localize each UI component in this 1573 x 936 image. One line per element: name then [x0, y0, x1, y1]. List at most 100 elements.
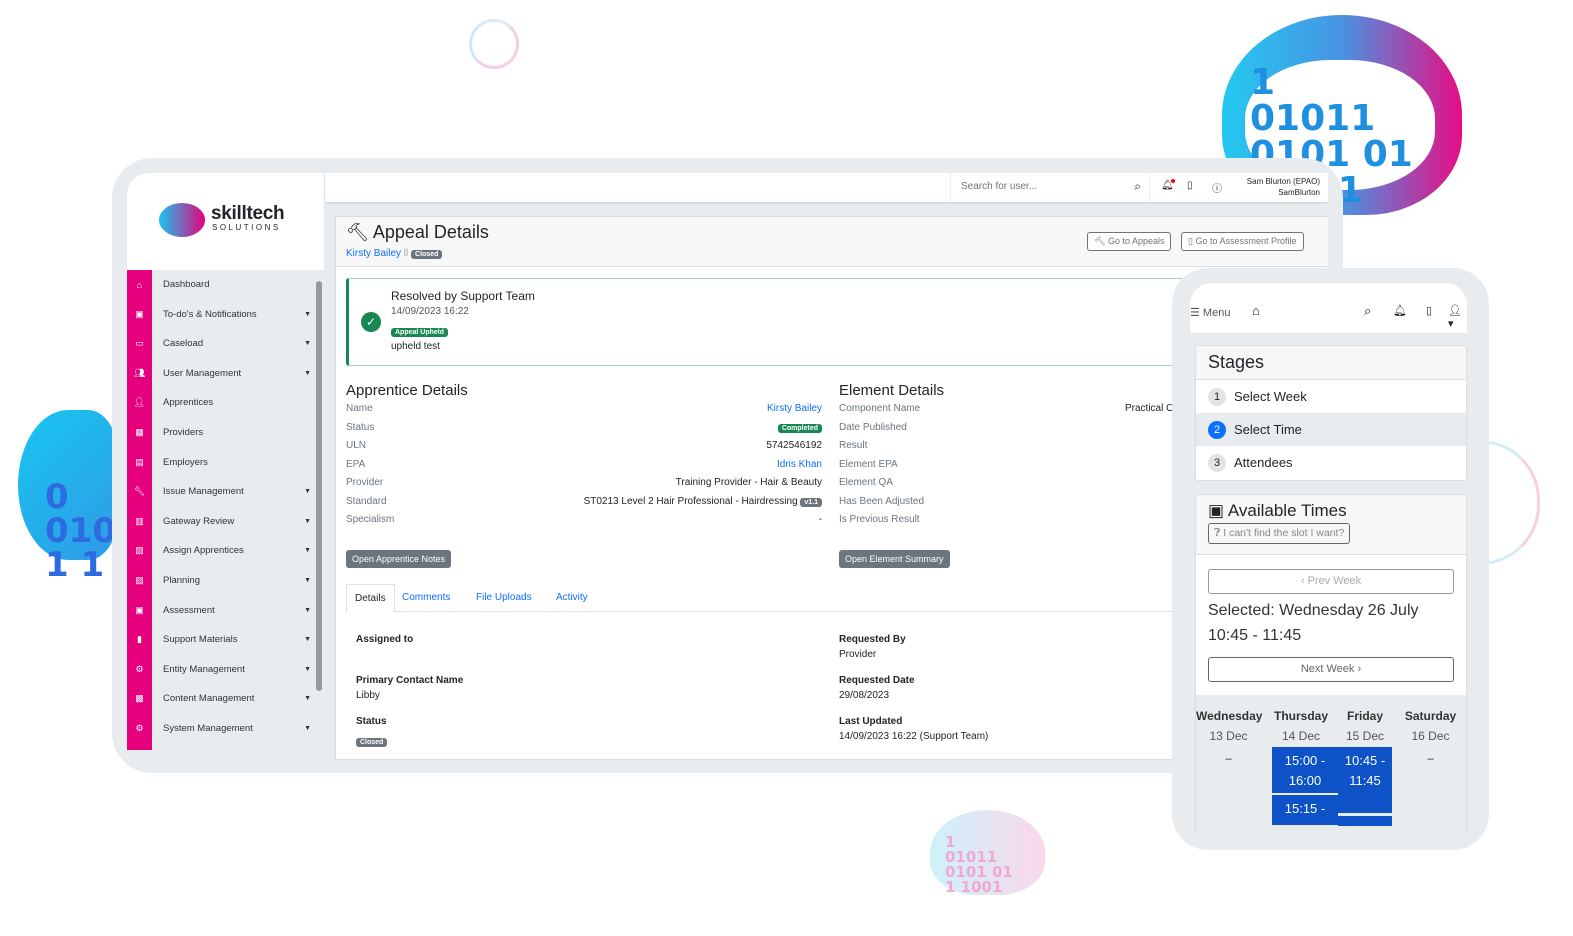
stage-1[interactable]: 1 Select Week — [1196, 380, 1466, 413]
apprentice-link[interactable]: Kirsty Bailey — [346, 248, 401, 259]
apprentice-field-label: EPA — [346, 458, 366, 470]
primary-contact-value: Libby — [356, 690, 380, 701]
mobile-top-bar: ☰ Menu ⌂ ⌕ 🔔︎ ▯ 👤︎▾ — [1190, 283, 1467, 333]
cant-find-slot-button[interactable]: ❓︎ I can't find the slot I want? — [1208, 523, 1351, 544]
user-search[interactable]: ⌕ — [950, 173, 1150, 202]
sidebar-item-system-management[interactable]: ⚙ System Management ▼ — [127, 714, 317, 743]
clipboard-user-icon: ▣ — [135, 604, 144, 615]
menu-button[interactable]: ☰ Menu — [1190, 306, 1230, 319]
apprentice-field-label: Specialism — [346, 514, 395, 525]
user-dropdown-icon[interactable]: 👤︎▾ — [1448, 304, 1467, 330]
time-slot[interactable]: 15:15 - — [1272, 795, 1338, 825]
sidebar-item-content-management[interactable]: ▩ Content Management ▼ — [127, 684, 317, 713]
primary-contact-label: Primary Contact Name — [356, 675, 464, 686]
bell-icon[interactable]: 🔔︎ — [1161, 179, 1175, 191]
open-element-summary-button[interactable]: Open Element Summary — [839, 550, 950, 568]
stages-title: Stages — [1196, 346, 1466, 380]
sidebar-item-support-materials[interactable]: ▮ Support Materials ▼ — [127, 625, 317, 654]
day-date: 14 Dec — [1281, 729, 1321, 743]
sidebar-item-issue-management[interactable]: 🔧︎ Issue Management ▼ — [127, 477, 317, 506]
assigned-to-label: Assigned to — [356, 634, 414, 645]
apprentice-field-label: Status — [346, 421, 375, 433]
next-week-button[interactable]: Next Week › — [1208, 657, 1454, 682]
day-name: Wednesday — [1196, 709, 1263, 723]
search-icon[interactable]: ⌕ — [1134, 179, 1141, 194]
archway-icon: ▥ — [135, 515, 144, 526]
tab-file-uploads[interactable]: File Uploads — [476, 592, 532, 603]
users-icon: 👥︎ — [133, 367, 146, 378]
decorative-ring — [1480, 440, 1540, 565]
stage-2[interactable]: 2 Select Time — [1196, 413, 1466, 446]
cloud-digits: 0 010 1 1 — [45, 477, 116, 585]
cloud-digits: 1 01011 0101 01 1 1001 — [945, 833, 1013, 896]
user-icon: 👤︎ — [133, 397, 146, 408]
sidebar-item-to-do-s-notifications[interactable]: ▣ To-do's & Notifications ▼ — [127, 300, 317, 329]
clipboard-icon[interactable]: ▯ — [1187, 180, 1193, 191]
archive-icon: ▭ — [135, 338, 144, 349]
tab-activity[interactable]: Activity — [556, 592, 588, 603]
sidebar-scrollbar[interactable] — [316, 281, 322, 691]
tab-details[interactable]: Details — [346, 584, 395, 613]
wrench-icon: 🔧︎ — [133, 486, 146, 497]
photo-film-icon: ▩ — [135, 693, 144, 704]
search-icon[interactable]: ⌕ — [1364, 303, 1371, 319]
sidebar-item-employers[interactable]: ▤ Employers — [127, 448, 317, 477]
prev-week-button[interactable]: ‹ Prev Week — [1208, 569, 1454, 594]
element-field-label: Component Name — [839, 403, 921, 414]
go-to-appeals-button[interactable]: 🔨︎ Go to Appeals — [1087, 232, 1172, 251]
apprentice-field-value[interactable]: Idris Khan — [777, 459, 822, 470]
apprentice-field-value: Completed — [777, 422, 822, 433]
stage-3[interactable]: 3 Attendees — [1196, 446, 1466, 479]
tab-comments[interactable]: Comments — [402, 592, 450, 603]
element-details-heading: Element Details — [839, 382, 945, 399]
sidebar-item-apprentices[interactable]: 👤︎ Apprentices — [127, 388, 317, 417]
logo: skilltech SOLUTIONS — [127, 173, 324, 270]
user-menu[interactable]: Sam Blurton (EPAO) SamBlurton — [1230, 176, 1320, 198]
time-slot[interactable]: 10:45 - 11:45 — [1338, 747, 1392, 813]
apprentice-field-value: - — [818, 514, 822, 525]
open-apprentice-notes-button[interactable]: Open Apprentice Notes — [346, 550, 452, 568]
sidebar-item-providers[interactable]: ▦ Providers — [127, 418, 317, 447]
sidebar-item-caseload[interactable]: ▭ Caseload ▼ — [127, 329, 317, 358]
gears-icon: ⚙ — [135, 723, 144, 733]
last-updated-label: Last Updated — [839, 716, 903, 727]
day-date: 16 Dec — [1411, 729, 1450, 743]
sidebar-item-assessment[interactable]: ▣ Assessment ▼ — [127, 596, 317, 625]
apprentice-field-label: Name — [346, 403, 373, 414]
caret-down-icon: ▼ — [304, 340, 311, 348]
search-input[interactable] — [961, 181, 1121, 192]
home-icon[interactable]: ⌂ — [1252, 303, 1260, 318]
apprentice-field-value[interactable]: Kirsty Bailey — [767, 403, 822, 414]
top-bar: ⌕ 🔔︎ ▯ ⓘ Sam Blurton (EPAO)SamBlurton — [325, 173, 1328, 202]
status-badge: Closed — [411, 250, 443, 259]
element-field-label: Has Been Adjusted — [839, 495, 925, 507]
day-date: 15 Dec — [1345, 729, 1385, 743]
clipboard-icon[interactable]: ▯ — [1426, 304, 1432, 317]
apprentice-field-label: Provider — [346, 477, 384, 488]
requested-by-value: Provider — [839, 649, 877, 660]
help-icon[interactable]: ⓘ — [1212, 180, 1222, 195]
sidebar: skilltech SOLUTIONS ⌂ Dashboard ▣ To-do's &… — [127, 173, 324, 760]
caret-down-icon: ▼ — [304, 369, 311, 377]
requested-date-label: Requested Date — [839, 675, 915, 686]
home-icon: ⌂ — [136, 279, 143, 290]
calendar-check-icon: ▣ — [1208, 501, 1225, 520]
sidebar-item-user-management[interactable]: 👥︎ User Management ▼ — [127, 359, 317, 388]
bell-icon[interactable]: 🔔︎ — [1393, 304, 1407, 317]
go-to-assessment-profile-button[interactable]: ▯ Go to Assessment Profile — [1181, 232, 1304, 251]
apprentice-field-value: Training Provider - Hair & Beauty — [675, 477, 822, 488]
sidebar-item-dashboard[interactable]: ⌂ Dashboard — [127, 270, 317, 299]
sidebar-item-entity-management[interactable]: ⚙ Entity Management ▼ — [127, 655, 317, 684]
caret-down-icon: ▼ — [304, 665, 311, 673]
sidebar-item-assign-apprentices[interactable]: ▧ Assign Apprentices ▼ — [127, 536, 317, 565]
element-field-label: Element QA — [839, 477, 893, 488]
time-slot[interactable]: 15:00 - 16:00 — [1272, 747, 1338, 793]
logo-cloud-icon — [159, 203, 205, 237]
check-circle-icon: ✓ — [361, 312, 381, 332]
sidebar-item-gateway-review[interactable]: ▥ Gateway Review ▼ — [127, 507, 317, 536]
briefcase-icon: ▤ — [135, 456, 144, 467]
requested-date-value: 29/08/2023 — [839, 690, 890, 701]
sidebar-item-planning[interactable]: ▨ Planning ▼ — [127, 566, 317, 595]
apprentice-details-heading: Apprentice Details — [346, 382, 468, 399]
available-times-title: Available Times — [1227, 501, 1347, 520]
